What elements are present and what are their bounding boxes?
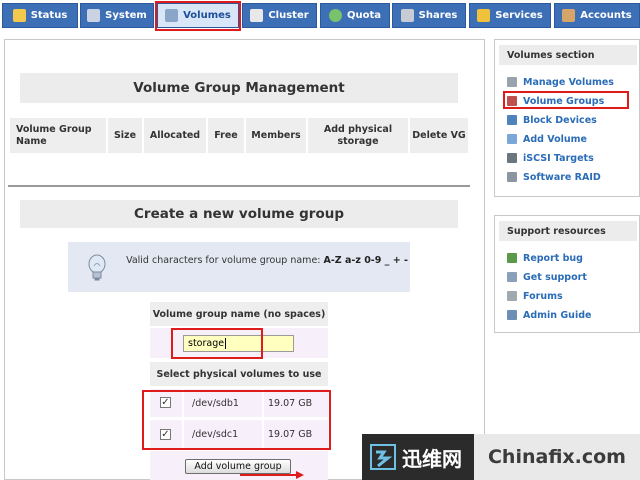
sidebar-item-label: Add Volume	[523, 133, 587, 145]
raid-icon	[507, 172, 517, 182]
tab-system[interactable]: System	[80, 3, 154, 28]
volume-groups-highlight	[503, 91, 629, 109]
column-header-allocated: Allocated	[144, 118, 206, 153]
volumes-section-title: Volumes section	[499, 45, 637, 65]
sidebar-item-label: Report bug	[523, 252, 583, 264]
tab-quota[interactable]: Quota	[320, 3, 390, 28]
cluster-icon	[250, 9, 264, 22]
sidebar-item-report-bug[interactable]: Report bug	[507, 251, 583, 265]
column-header-delete: Delete VG	[410, 118, 468, 153]
tab-accounts[interactable]: Accounts	[554, 3, 640, 28]
physical-volumes-highlight	[142, 390, 331, 450]
tab-status-label: Status	[30, 10, 68, 21]
page-title: Volume Group Management	[20, 73, 458, 103]
disk-icon	[507, 77, 517, 87]
support-section-title: Support resources	[499, 221, 637, 241]
info-valid-chars: A-Z a-z 0-9 _ + -	[323, 255, 408, 266]
watermark-english: Chinafix.com	[487, 446, 626, 468]
sidebar-item-label: Admin Guide	[523, 309, 592, 321]
sidebar-item-forums[interactable]: Forums	[507, 289, 563, 303]
guide-icon	[507, 310, 517, 320]
column-header-members: Members	[246, 118, 306, 153]
sidebar-item-label: Manage Volumes	[523, 76, 614, 88]
info-description: Valid characters for volume group name:	[126, 255, 321, 266]
sidebar-item-manage-volumes[interactable]: Manage Volumes	[507, 75, 614, 89]
sidebar-item-software-raid[interactable]: Software RAID	[507, 170, 601, 184]
add-volume-group-button[interactable]: Add volume group	[185, 459, 291, 474]
info-box: Valid characters for volume group name: …	[68, 242, 410, 292]
services-icon	[477, 9, 491, 22]
tab-services-label: Services	[495, 10, 543, 21]
name-input-highlight	[171, 328, 263, 359]
sidebar-item-label: Software RAID	[523, 171, 601, 183]
physical-volumes-label: Select physical volumes to use	[150, 362, 328, 386]
create-section-title: Create a new volume group	[20, 200, 458, 228]
tab-status[interactable]: Status	[2, 3, 78, 28]
lightbulb-icon	[88, 254, 106, 281]
system-icon	[87, 9, 101, 22]
tab-services[interactable]: Services	[469, 3, 551, 28]
forum-icon	[507, 291, 517, 301]
sidebar-item-label: Forums	[523, 290, 563, 302]
volume-group-name-label: Volume group name (no spaces)	[150, 302, 328, 326]
tab-shares[interactable]: Shares	[392, 3, 466, 28]
tab-cluster[interactable]: Cluster	[242, 3, 317, 28]
iscsi-icon	[507, 153, 517, 163]
arrow-head-icon	[296, 471, 304, 479]
sidebar-item-admin-guide[interactable]: Admin Guide	[507, 308, 591, 322]
sidebar-item-label: Get support	[523, 271, 587, 283]
watermark-dark-panel: 迅维网	[362, 434, 474, 480]
bug-icon	[507, 253, 517, 263]
column-header-name: Volume Group Name	[10, 118, 106, 153]
block-device-icon	[507, 115, 517, 125]
column-header-size: Size	[108, 118, 142, 153]
chinafix-logo-icon	[370, 444, 396, 470]
add-volume-icon	[507, 134, 517, 144]
tab-quota-label: Quota	[346, 10, 382, 21]
arrow-line	[240, 474, 298, 476]
sidebar-item-block-devices[interactable]: Block Devices	[507, 113, 597, 127]
sidebar-item-add-volume[interactable]: Add Volume	[507, 132, 587, 146]
watermark: 迅维网 Chinafix.com	[362, 434, 640, 480]
column-header-free: Free	[208, 118, 244, 153]
quota-icon	[328, 9, 342, 22]
column-header-add-storage: Add physical storage	[308, 118, 408, 153]
watermark-light-panel: Chinafix.com	[474, 434, 640, 480]
sidebar-item-iscsi-targets[interactable]: iSCSI Targets	[507, 151, 594, 165]
info-text: Valid characters for volume group name: …	[122, 254, 412, 267]
section-divider	[8, 185, 470, 187]
volumes-section-panel: Volumes section Manage Volumes Volume Gr…	[494, 39, 640, 197]
accounts-icon	[562, 9, 576, 22]
tab-cluster-label: Cluster	[268, 10, 309, 21]
watermark-chinese: 迅维网	[402, 446, 462, 471]
tab-accounts-label: Accounts	[580, 10, 632, 21]
sidebar-item-label: iSCSI Targets	[523, 152, 594, 164]
sidebar-item-label: Block Devices	[523, 114, 597, 126]
tab-shares-label: Shares	[418, 10, 458, 21]
volumes-tab-highlight	[155, 1, 241, 31]
top-navigation: Status System Volumes Cluster Quota Shar…	[0, 0, 640, 31]
tab-system-label: System	[105, 10, 147, 21]
sidebar-item-get-support[interactable]: Get support	[507, 270, 587, 284]
support-icon	[507, 272, 517, 282]
shares-icon	[400, 9, 414, 22]
status-icon	[12, 9, 26, 22]
support-resources-panel: Support resources Report bug Get support…	[494, 215, 640, 333]
